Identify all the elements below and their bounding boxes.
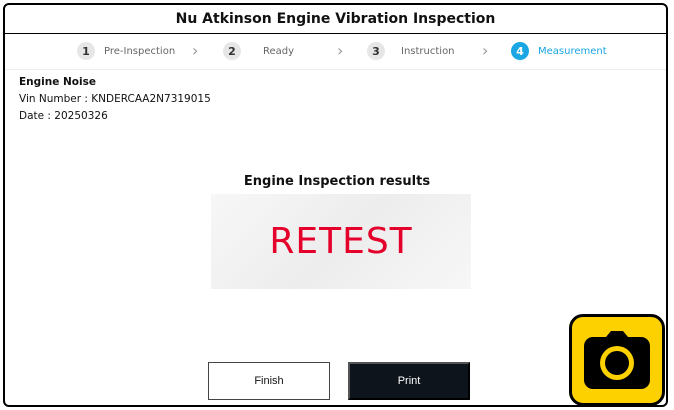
- info-heading: Engine Noise: [19, 76, 96, 88]
- result-title: Engine Inspection results: [243, 174, 431, 189]
- camera-button[interactable]: [569, 314, 665, 406]
- step-measurement: 4 Measurement: [511, 42, 607, 60]
- page-title: Nu Atkinson Engine Vibration Inspection: [5, 5, 666, 34]
- result-panel: RETEST: [211, 194, 471, 289]
- progress-stepper: 1 Pre-Inspection › 2 Ready › 3 Instructi…: [5, 35, 666, 70]
- chevron-right-icon: ›: [482, 41, 489, 60]
- step-label: Pre-Inspection: [104, 45, 176, 57]
- step-number: 3: [367, 42, 385, 60]
- step-ready: 2 Ready: [223, 42, 294, 60]
- step-label: Ready: [263, 45, 295, 57]
- step-number: 1: [77, 42, 95, 60]
- chevron-right-icon: ›: [192, 41, 199, 60]
- step-instruction: 3 Instruction: [367, 42, 455, 60]
- vin-number: Vin Number : KNDERCAA2N7319015: [19, 93, 211, 105]
- print-button[interactable]: Print: [348, 362, 470, 400]
- step-label: Measurement: [538, 45, 607, 57]
- chevron-right-icon: ›: [337, 41, 344, 60]
- camera-icon: [584, 331, 650, 389]
- vehicle-info: Engine Noise Vin Number : KNDERCAA2N7319…: [19, 74, 211, 125]
- finish-button[interactable]: Finish: [208, 362, 330, 400]
- inspection-date: Date : 20250326: [19, 110, 108, 122]
- step-number: 2: [223, 42, 241, 60]
- step-number: 4: [511, 42, 529, 60]
- step-label: Instruction: [401, 45, 455, 57]
- result-value: RETEST: [269, 221, 413, 262]
- step-pre-inspection: 1 Pre-Inspection: [77, 42, 175, 60]
